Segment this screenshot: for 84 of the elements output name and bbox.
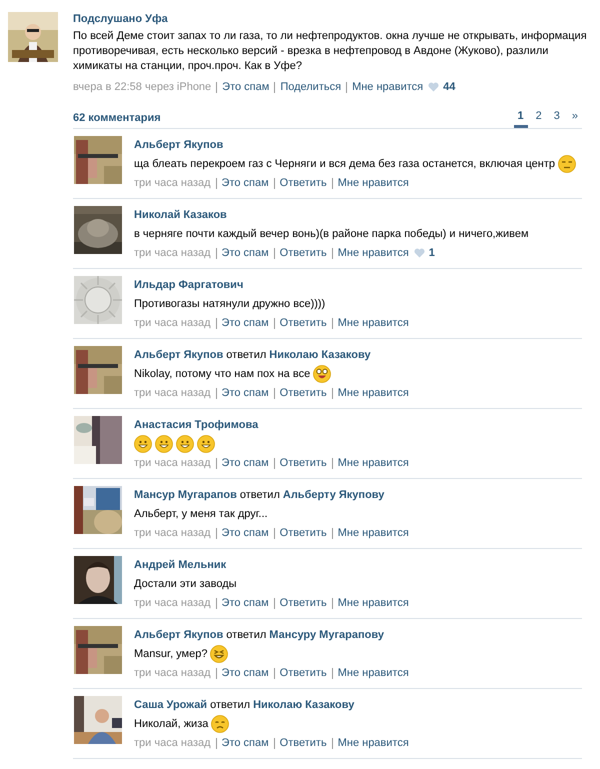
author-name[interactable]: Ильдар Фаргатович [134,278,244,292]
emoji-icon [176,435,194,453]
action-link[interactable]: Мне нравится [338,386,409,400]
reply-target[interactable]: Николаю Казакову [269,348,371,362]
action-link[interactable]: Это спам [222,246,269,260]
action-link[interactable]: Мне нравится [338,526,409,540]
emoji-icon [155,435,173,453]
timestamp: три часа назад [134,456,211,470]
comment-text: Mansur, умер? [134,647,208,661]
comment-text: Альберт, у меня так друг... [134,507,268,521]
author-name[interactable]: Мансур Мугарапов [134,488,237,502]
reply-target[interactable]: Мансуру Мугарапову [269,628,384,642]
author-name[interactable]: Альберт Якупов [134,348,224,362]
action-link[interactable]: Это спам [222,80,270,94]
action-link[interactable]: Мне нравится [352,80,424,94]
reply-target[interactable]: Николаю Казакову [253,698,354,712]
action-link[interactable]: Ответить [280,246,327,260]
action-link[interactable]: Это спам [222,526,269,540]
emoji-icon [134,435,152,453]
action-link[interactable]: Мне нравится [338,456,409,470]
emoji-icon [210,645,228,663]
comment-text: Достали эти заводы [134,577,237,591]
reply-label: ответил [226,628,266,642]
timestamp: три часа назад [134,526,211,540]
timestamp: три часа назад [134,666,211,680]
emoji-icon [558,155,576,173]
timestamp: три часа назад [134,176,211,190]
timestamp: три часа назад [134,386,211,400]
action-link[interactable]: Ответить [280,456,327,470]
heart-icon [414,248,425,258]
reply-label: ответил [240,488,280,502]
action-link[interactable]: Ответить [280,316,327,330]
timestamp: три часа назад [134,316,211,330]
timestamp: три часа назад [134,246,211,260]
page-link[interactable]: » [568,109,582,128]
action-link[interactable]: Ответить [280,596,327,610]
reply-label: ответил [226,348,266,362]
emoji-icon [313,365,332,383]
author-name[interactable]: Альберт Якупов [134,138,224,152]
page-link[interactable]: 2 [532,109,546,128]
action-link[interactable]: Ответить [280,736,327,750]
emoji-icon [211,715,230,733]
author-name[interactable]: Андрей Мельник [134,558,226,572]
comment-text: ща блеать перекроем газ с Черняги и вся дема без газа останется, включая центр [134,157,555,171]
comment-text: Противогазы натянули дружно все)))) [134,297,326,311]
author-name[interactable]: Николай Казаков [134,208,227,222]
reply-target[interactable]: Альберту Якупову [282,488,384,502]
action-link[interactable]: Это спам [222,316,269,330]
timestamp: три часа назад [134,736,211,750]
action-link[interactable]: Поделиться [280,80,342,94]
author-name[interactable]: Анастасия Трофимова [134,418,258,432]
action-link[interactable]: Мне нравится [338,316,409,330]
comment-count: 62 комментария [73,111,161,126]
action-link[interactable]: Мне нравится [338,666,409,680]
action-link[interactable]: Мне нравится [338,246,409,260]
timestamp: вчера в 22:58 через iPhone [73,80,212,94]
comment-text: Николай, жиза [134,717,208,731]
emoji-icon [197,435,215,453]
action-link[interactable]: Мне нравится [338,596,409,610]
post-text: По всей Деме стоит запах то ли газа, то ли нефтепродуктов. окна лучше не открывать, информация противоречивая, есть несколько версий - врезка в нефтепровод в Авдоне (Жуково), разлили химикаты на станции, проч.проч. Как в Уфе? [73,29,588,74]
comment-text: Nikolay, потому что нам пох на все [134,367,310,381]
comment-text: в черняге почти каждый вечер вонь)(в районе парка победы) и ничего,живем [134,227,529,241]
reply-label: ответил [210,698,250,712]
heart-icon [428,82,440,92]
author-name[interactable]: Альберт Якупов [134,628,224,642]
page-link[interactable]: 3 [550,109,564,128]
action-link[interactable]: Это спам [222,386,269,400]
action-link[interactable]: Мне нравится [338,176,409,190]
like-count: 1 [428,246,435,260]
action-link[interactable]: Это спам [222,456,269,470]
author-name[interactable]: Подслушано Уфа [73,12,592,26]
action-link[interactable]: Ответить [280,666,327,680]
action-link[interactable]: Ответить [280,176,327,190]
timestamp: три часа назад [134,596,211,610]
action-link[interactable]: Ответить [280,526,327,540]
like-count: 44 [443,80,456,94]
action-link[interactable]: Это спам [222,596,269,610]
action-link[interactable]: Это спам [222,736,269,750]
action-link[interactable]: Мне нравится [338,736,409,750]
author-name[interactable]: Саша Урожай [134,698,208,712]
action-link[interactable]: Ответить [280,386,327,400]
action-link[interactable]: Это спам [222,666,269,680]
page-link[interactable]: 1 [514,109,528,128]
action-link[interactable]: Это спам [222,176,269,190]
